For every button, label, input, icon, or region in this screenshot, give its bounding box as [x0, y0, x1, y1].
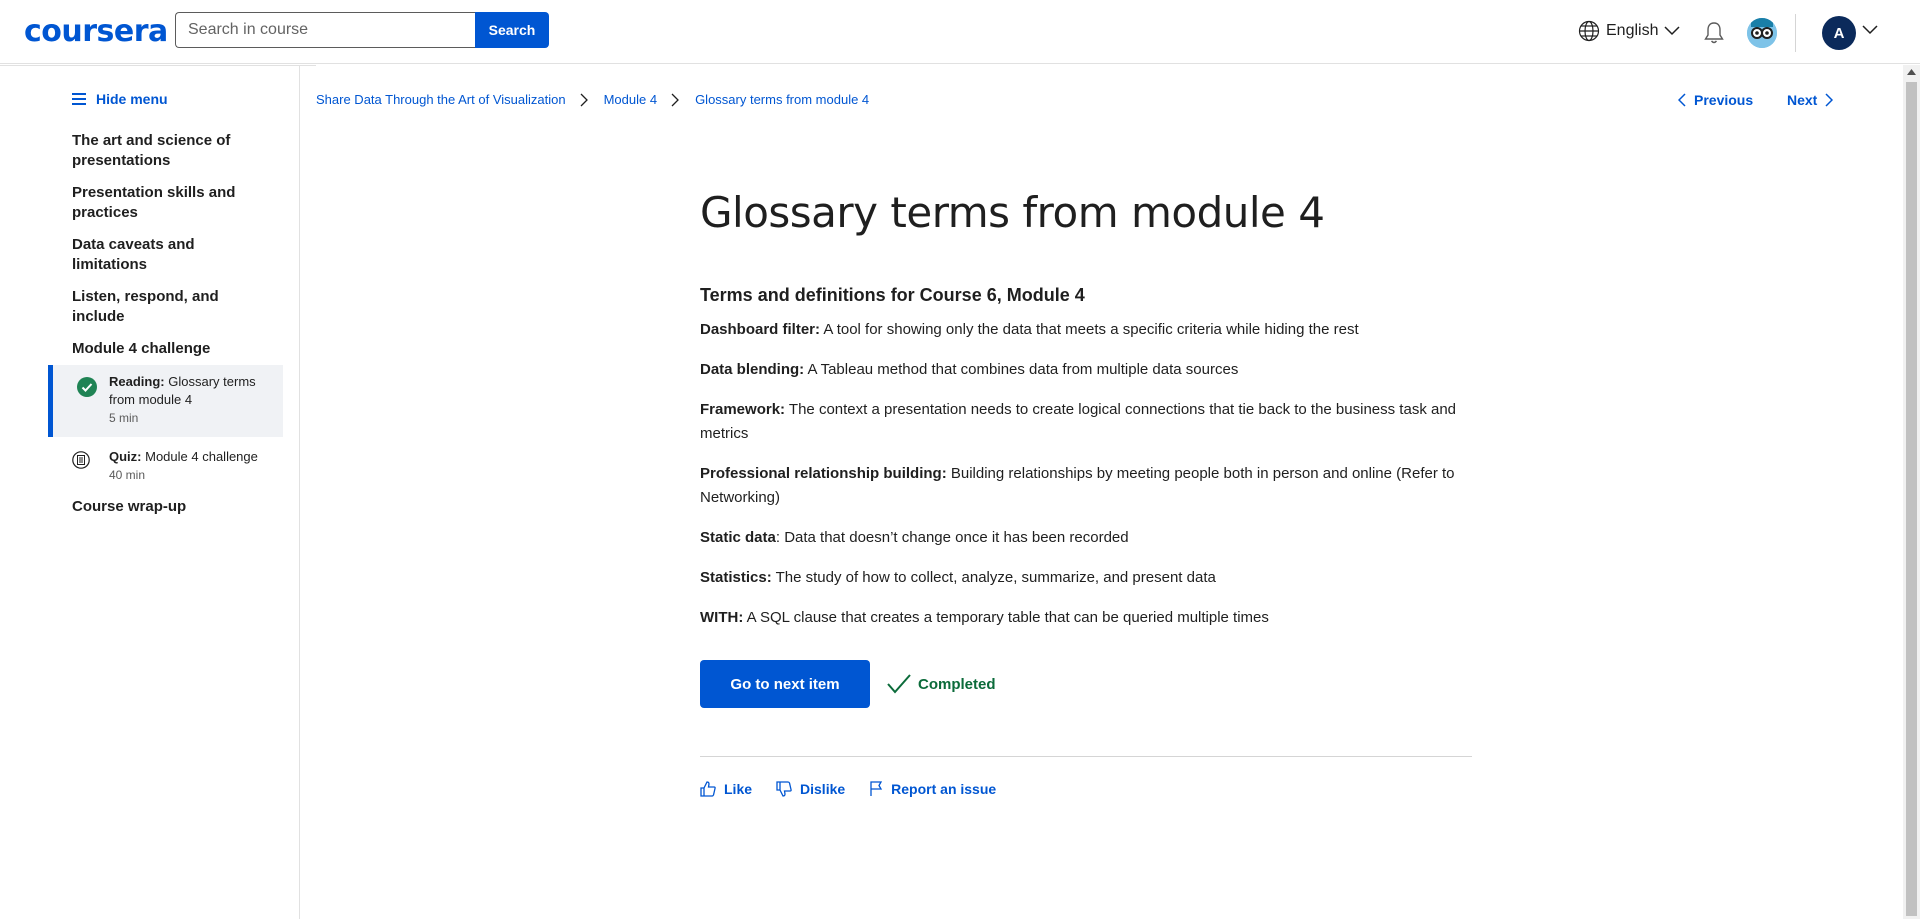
previous-button[interactable]: Previous — [1678, 92, 1753, 108]
next-button[interactable]: Next — [1787, 92, 1834, 108]
chevron-left-icon — [1678, 93, 1686, 107]
breadcrumb-current[interactable]: Glossary terms from module 4 — [695, 92, 869, 107]
content-divider — [700, 756, 1472, 757]
sidebar-section[interactable]: The art and science of presentations — [72, 131, 252, 171]
check-circle-icon — [77, 377, 97, 397]
search-bar: Search — [175, 12, 549, 48]
chevron-down-icon[interactable] — [1862, 25, 1878, 35]
completed-status: Completed — [886, 673, 996, 695]
sidebar-item-duration: 40 min — [109, 468, 146, 482]
sidebar-section[interactable]: Listen, respond, and include — [72, 287, 252, 327]
next-label: Next — [1787, 92, 1818, 108]
breadcrumb: Share Data Through the Art of Visualizat… — [316, 92, 869, 107]
report-issue-button[interactable]: Report an issue — [869, 781, 996, 797]
sidebar-divider — [0, 65, 316, 66]
page-title: Glossary terms from module 4 — [700, 188, 1325, 237]
completed-label: Completed — [918, 675, 996, 693]
breadcrumb-module[interactable]: Module 4 — [604, 92, 657, 107]
sidebar-item-title: Reading: Glossary terms from module 4 — [109, 374, 256, 407]
search-input[interactable] — [175, 12, 475, 48]
coursera-logo[interactable]: coursera — [24, 14, 168, 49]
menu-icon — [72, 93, 86, 105]
checkmark-icon — [887, 674, 911, 694]
glasses-icon — [1747, 18, 1777, 48]
sidebar-section[interactable]: Course wrap-up — [72, 497, 252, 517]
sidebar-item-quiz[interactable]: Quiz: Module 4 challenge 40 min — [53, 442, 288, 494]
hide-menu-button[interactable]: Hide menu — [72, 91, 168, 107]
go-to-next-item-button[interactable]: Go to next item — [700, 660, 870, 708]
like-button[interactable]: Like — [700, 781, 752, 797]
dislike-button[interactable]: Dislike — [776, 781, 845, 797]
glossary-term: Static data: Data that doesn’t change on… — [700, 529, 1129, 546]
hide-menu-label: Hide menu — [96, 91, 168, 107]
thumbs-up-icon — [700, 781, 716, 797]
notifications-button[interactable] — [1703, 21, 1725, 50]
sidebar-item-title: Quiz: Module 4 challenge — [109, 449, 258, 464]
course-sidebar: Hide menu The art and science of present… — [0, 65, 316, 919]
search-button[interactable]: Search — [475, 12, 549, 48]
globe-icon — [1578, 20, 1600, 42]
glossary-term: Framework: The context a presentation ne… — [700, 401, 1457, 442]
user-avatar[interactable]: A — [1822, 16, 1856, 50]
bell-icon — [1704, 22, 1724, 44]
scrollbar-thumb[interactable] — [1906, 82, 1917, 916]
sidebar-item-reading[interactable]: Reading: Glossary terms from module 4 5 … — [48, 365, 283, 437]
chevron-right-icon — [1825, 93, 1834, 107]
coach-avatar[interactable] — [1747, 18, 1777, 48]
report-issue-label: Report an issue — [891, 781, 997, 797]
dislike-label: Dislike — [800, 781, 846, 797]
glossary-term: Dashboard filter: A tool for showing onl… — [700, 321, 1359, 338]
completion-actions: Go to next item Completed — [700, 660, 1472, 708]
chevron-right-icon — [671, 93, 679, 107]
quiz-icon — [72, 451, 90, 469]
language-label: English — [1606, 22, 1659, 39]
previous-label: Previous — [1694, 92, 1754, 108]
thumbs-down-icon — [776, 781, 792, 797]
sidebar-section[interactable]: Presentation skills and practices — [72, 183, 252, 223]
section-heading: Terms and definitions for Course 6, Modu… — [700, 285, 1085, 305]
glossary-term: WITH: A SQL clause that creates a tempor… — [700, 609, 1269, 626]
sidebar-section[interactable]: Data caveats and limitations — [72, 235, 252, 275]
sidebar-section[interactable]: Module 4 challenge — [72, 339, 252, 359]
language-selector[interactable]: English — [1578, 20, 1681, 42]
reading-content: Glossary terms from module 4 Terms and d… — [700, 185, 1472, 797]
glossary-term: Statistics: The study of how to collect,… — [700, 569, 1216, 586]
chevron-right-icon — [580, 93, 588, 107]
feedback-bar: Like Dislike Report an issue — [700, 781, 1472, 797]
header-divider — [1795, 14, 1796, 52]
top-header: coursera Search English — [0, 0, 1920, 64]
chevron-down-icon — [1664, 26, 1681, 36]
like-label: Like — [724, 781, 753, 797]
glossary-term: Data blending: A Tableau method that com… — [700, 361, 1239, 378]
sidebar-item-duration: 5 min — [109, 411, 139, 425]
breadcrumb-course[interactable]: Share Data Through the Art of Visualizat… — [316, 92, 566, 107]
glossary-term: Professional relationship building: Buil… — [700, 465, 1455, 506]
flag-icon — [870, 781, 883, 796]
glossary-list: Dashboard filter: A tool for showing onl… — [700, 318, 1472, 630]
scroll-up-arrow-icon[interactable] — [1906, 68, 1917, 76]
